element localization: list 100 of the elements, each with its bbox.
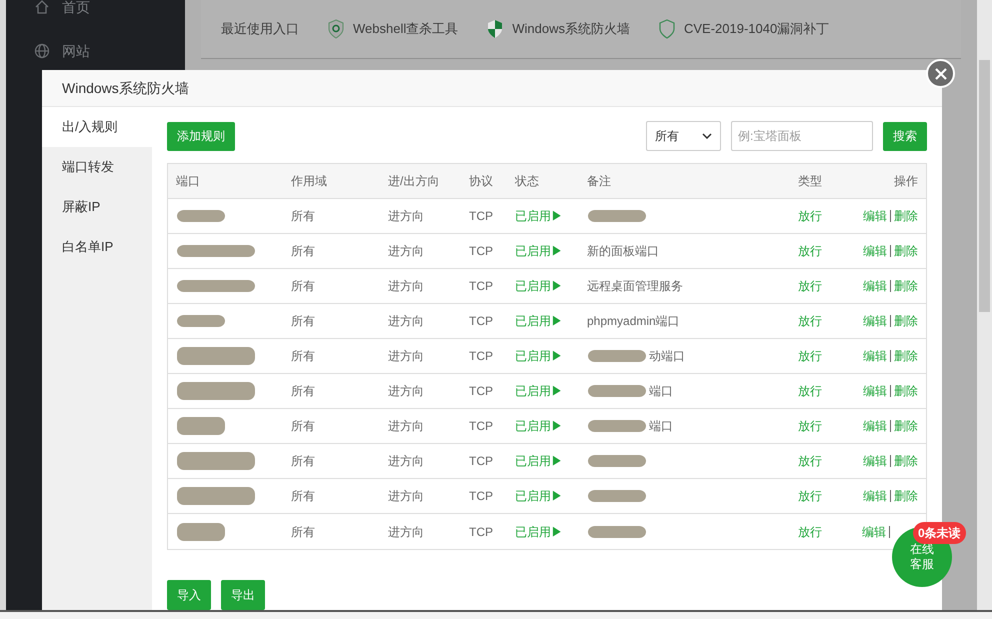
search-button[interactable]: 搜索 xyxy=(883,122,927,150)
status-link[interactable]: 已启用▶ xyxy=(515,207,587,225)
table-cell-text: 进方向 xyxy=(388,243,425,260)
chevron-down-icon xyxy=(702,133,712,139)
column-header: 端口 xyxy=(176,173,201,190)
table-cell-text: 所有 xyxy=(291,243,316,260)
table-cell-text: TCP xyxy=(469,348,494,365)
delete-link[interactable]: 删除 xyxy=(894,382,918,400)
table-cell-text: 所有 xyxy=(291,418,316,435)
table-cell-text: TCP xyxy=(469,278,494,295)
table-cell-text: 进方向 xyxy=(388,208,425,225)
table-cell-text: 所有 xyxy=(291,348,316,365)
edit-link[interactable]: 编辑 xyxy=(863,487,887,505)
column-header: 状态 xyxy=(515,173,540,190)
table-cell-text: 所有 xyxy=(291,453,316,470)
column-header: 协议 xyxy=(469,173,494,190)
table-cell-text: 所有 xyxy=(291,383,316,400)
delete-link[interactable]: 删除 xyxy=(894,207,918,225)
edit-link[interactable]: 编辑 xyxy=(862,522,886,540)
delete-link[interactable]: 删除 xyxy=(894,487,918,505)
unread-badge: 0条未读 xyxy=(913,522,966,544)
quick-link[interactable]: Webshell查杀工具 xyxy=(327,19,458,39)
table-cell-text: TCP xyxy=(469,488,494,505)
shield-search-icon xyxy=(327,19,345,39)
edit-link[interactable]: 编辑 xyxy=(863,417,887,435)
table-cell-text: 所有 xyxy=(291,208,316,225)
edit-link[interactable]: 编辑 xyxy=(863,207,887,225)
table-cell-text: 进方向 xyxy=(388,348,425,365)
edit-link[interactable]: 编辑 xyxy=(863,242,887,260)
table-cell-text: TCP xyxy=(469,208,494,225)
table-cell-text: 放行 xyxy=(798,418,823,435)
edit-link[interactable]: 编辑 xyxy=(863,452,887,470)
table-cell-text: TCP xyxy=(469,243,494,260)
column-header: 进/出方向 xyxy=(388,173,440,190)
table-cell-text: 进方向 xyxy=(388,313,425,330)
table-cell-text: 新的面板端口 xyxy=(587,243,659,260)
close-icon xyxy=(934,68,946,80)
footer-button[interactable]: 导出 xyxy=(221,580,265,610)
status-link[interactable]: 已启用▶ xyxy=(515,452,587,470)
table-cell-text: 放行 xyxy=(798,383,823,400)
table-cell-text: 进方向 xyxy=(388,278,425,295)
close-button[interactable] xyxy=(926,59,955,88)
delete-link[interactable]: 删除 xyxy=(894,312,918,330)
status-link[interactable]: 已启用▶ xyxy=(515,417,587,435)
quick-link[interactable]: Windows系统防火墙 xyxy=(486,19,630,39)
table-cell-text: 所有 xyxy=(291,278,316,295)
table-cell-text: 端口 xyxy=(649,418,673,435)
table-cell-text: 放行 xyxy=(798,278,823,295)
column-header: 操作 xyxy=(893,173,918,190)
search-field[interactable]: 例:宝塔面板 xyxy=(731,121,873,151)
table-cell-text: 端口 xyxy=(649,383,673,400)
status-link[interactable]: 已启用▶ xyxy=(515,242,587,260)
table-cell-text: phpmyadmin端口 xyxy=(587,313,680,330)
status-link[interactable]: 已启用▶ xyxy=(515,382,587,400)
table-cell-text: 进方向 xyxy=(388,488,425,505)
status-link[interactable]: 已启用▶ xyxy=(515,312,587,330)
table-cell-text: 放行 xyxy=(798,243,823,260)
table-cell-text: TCP xyxy=(469,524,494,540)
quick-link[interactable]: CVE-2019-1040漏洞补丁 xyxy=(658,19,830,39)
tab[interactable]: 出/入规则 xyxy=(42,107,152,147)
table-cell-text: TCP xyxy=(469,453,494,470)
table-cell-text: TCP xyxy=(469,383,494,400)
quick-links-label: 最近使用入口 xyxy=(221,20,299,38)
table-cell-text: TCP xyxy=(469,418,494,435)
status-link[interactable]: 已启用▶ xyxy=(515,277,587,295)
waf-shield-icon xyxy=(658,19,676,39)
table-cell-text: 放行 xyxy=(798,348,823,365)
add-rule-button[interactable]: 添加规则 xyxy=(167,122,235,150)
table-cell-text: 进方向 xyxy=(388,418,425,435)
table-cell-text: 放行 xyxy=(798,313,823,330)
table-cell-text: 放行 xyxy=(798,488,823,505)
globe-icon xyxy=(34,43,50,59)
edit-link[interactable]: 编辑 xyxy=(863,312,887,330)
delete-link[interactable]: 删除 xyxy=(894,242,918,260)
status-link[interactable]: 已启用▶ xyxy=(515,347,587,365)
home-icon xyxy=(34,0,50,15)
sidebar-item[interactable]: 网站 xyxy=(34,41,185,61)
delete-link[interactable]: 删除 xyxy=(894,277,918,295)
delete-link[interactable]: 删除 xyxy=(894,417,918,435)
column-header: 备注 xyxy=(587,173,612,190)
edit-link[interactable]: 编辑 xyxy=(863,347,887,365)
table-cell-text: TCP xyxy=(469,313,494,330)
sidebar-item[interactable]: 首页 xyxy=(34,0,185,17)
table-cell-text: 所有 xyxy=(291,524,316,540)
delete-link[interactable]: 删除 xyxy=(894,347,918,365)
filter-select[interactable]: 所有 xyxy=(646,121,721,151)
edit-link[interactable]: 编辑 xyxy=(863,382,887,400)
status-link[interactable]: 已启用▶ xyxy=(515,487,587,505)
table-cell-text: 所有 xyxy=(291,488,316,505)
table-cell-text: 进方向 xyxy=(388,453,425,470)
footer-button[interactable]: 导入 xyxy=(167,580,211,610)
status-link[interactable]: 已启用▶ xyxy=(515,522,587,540)
shield-icon xyxy=(486,19,504,39)
delete-link[interactable]: 删除 xyxy=(894,452,918,470)
dialog-title: Windows系统防火墙 xyxy=(62,78,189,98)
edit-link[interactable]: 编辑 xyxy=(863,277,887,295)
table-cell-text: 放行 xyxy=(798,524,823,540)
column-header: 类型 xyxy=(798,173,823,190)
table-cell-text: 放行 xyxy=(798,453,823,470)
table-cell-text: 放行 xyxy=(798,208,823,225)
